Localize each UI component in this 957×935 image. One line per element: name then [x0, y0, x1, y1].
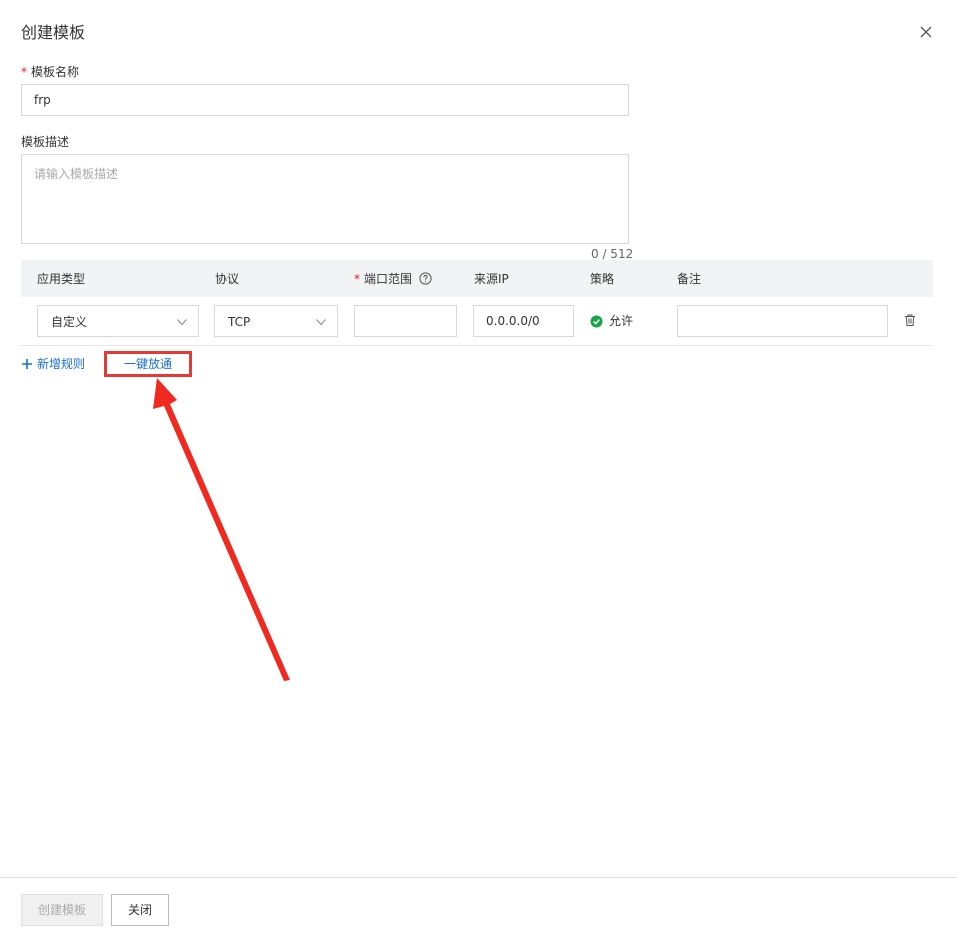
header-protocol: 协议 — [215, 272, 240, 286]
check-circle-icon — [590, 315, 603, 328]
trash-icon[interactable] — [903, 313, 917, 327]
template-desc-label: 模板描述 — [21, 135, 70, 149]
required-mark: * — [21, 65, 27, 79]
template-name-input[interactable] — [21, 84, 629, 116]
source-ip-input[interactable] — [473, 305, 574, 337]
port-range-input[interactable] — [354, 305, 457, 337]
header-app-type: 应用类型 — [37, 272, 86, 286]
chevron-down-icon — [177, 319, 187, 326]
template-name-label-text: 模板名称 — [31, 65, 80, 79]
policy-status: 允许 — [590, 313, 633, 329]
header-source-ip: 来源IP — [474, 272, 509, 286]
header-port-range: * 端口范围 — [354, 271, 432, 287]
create-template-button[interactable]: 创建模板 — [21, 894, 103, 926]
add-rule-button[interactable]: 新增规则 — [21, 356, 85, 372]
header-port-range-text: 端口范围 — [364, 272, 413, 286]
table-row: 自定义 TCP 允许 — [21, 297, 933, 346]
remark-input[interactable] — [677, 305, 888, 337]
desc-char-counter: 0 / 512 — [591, 247, 634, 261]
add-rule-label: 新增规则 — [37, 357, 86, 371]
protocol-select[interactable]: TCP — [214, 305, 338, 337]
template-desc-textarea[interactable] — [21, 154, 629, 244]
chevron-down-icon — [316, 319, 326, 326]
dialog-title: 创建模板 — [21, 23, 86, 42]
footer-divider — [0, 877, 957, 878]
policy-value: 允许 — [609, 314, 634, 328]
template-name-label: * 模板名称 — [21, 64, 79, 80]
header-remark: 备注 — [677, 272, 702, 286]
required-mark: * — [354, 272, 360, 286]
plus-icon — [22, 359, 32, 369]
app-type-select[interactable]: 自定义 — [37, 305, 199, 337]
rules-table-header: 应用类型 协议 * 端口范围 来源IP 策略 备注 — [21, 260, 933, 298]
one-click-allow-button[interactable]: 一键放通 — [104, 351, 192, 377]
protocol-value: TCP — [228, 315, 251, 329]
annotation-arrow — [153, 378, 290, 681]
close-icon[interactable] — [917, 23, 935, 41]
header-policy: 策略 — [590, 272, 615, 286]
app-type-value: 自定义 — [51, 315, 88, 329]
help-circle-icon[interactable] — [419, 272, 432, 285]
close-button[interactable]: 关闭 — [111, 894, 169, 926]
